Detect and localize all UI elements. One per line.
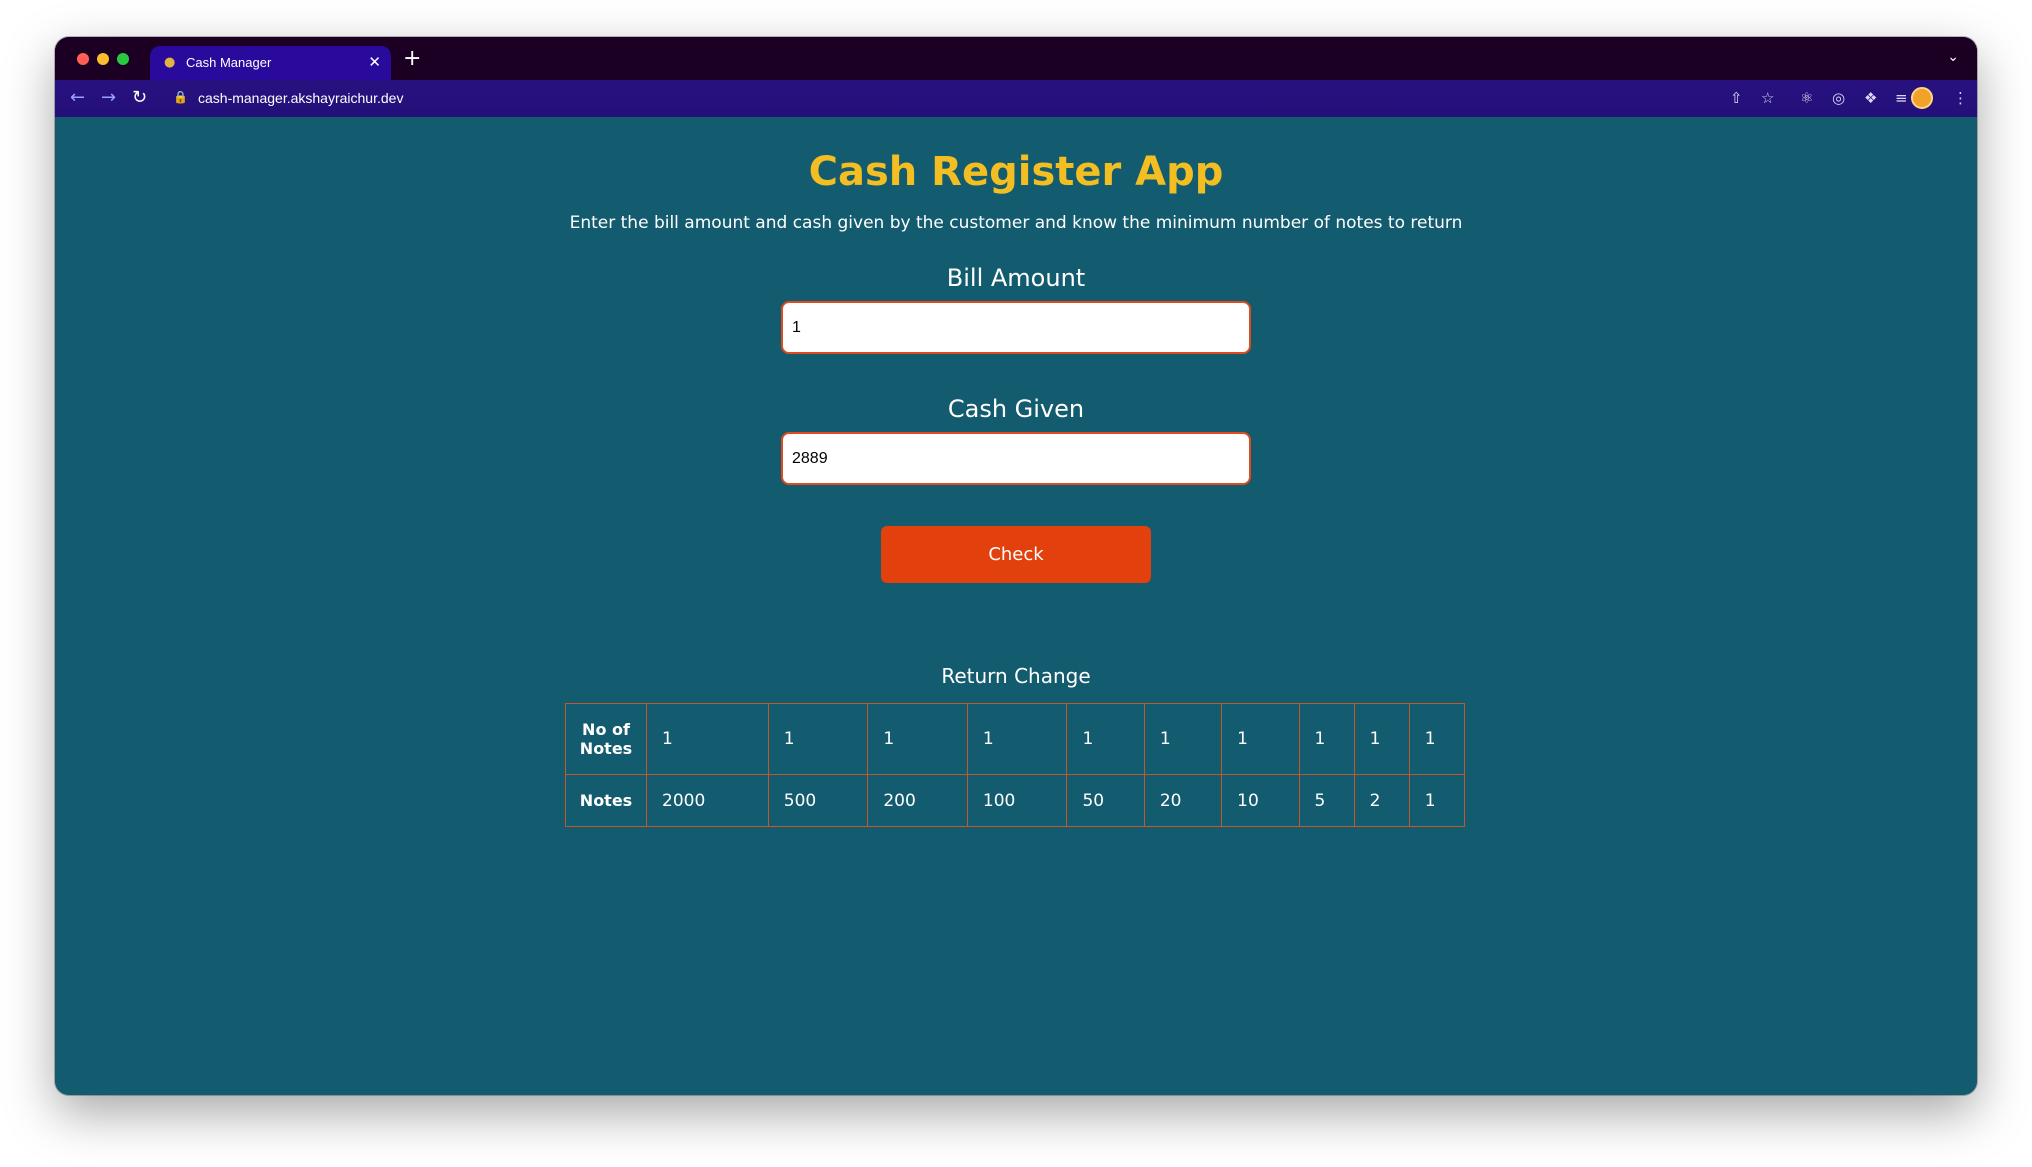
table-cell-note: 50 bbox=[1066, 774, 1145, 827]
maximize-window-button[interactable] bbox=[117, 53, 129, 65]
table-cell-count: 1 bbox=[966, 703, 1068, 775]
page-title: Cash Register App bbox=[808, 149, 1224, 195]
new-tab-button[interactable]: + bbox=[403, 46, 421, 72]
money-bag-icon: ● bbox=[164, 55, 176, 70]
table-cell-count: 1 bbox=[767, 703, 869, 775]
tab-strip: ● Cash Manager ✕ + ⌄ bbox=[55, 37, 1977, 80]
minimize-window-button[interactable] bbox=[97, 53, 109, 65]
cash-given-input[interactable]: 2889 bbox=[781, 432, 1251, 485]
forward-arrow-icon[interactable]: → bbox=[101, 87, 116, 109]
browser-toolbar: ← → ↻ 🔒 cash-manager.akshayraichur.dev ⇧… bbox=[55, 80, 1977, 117]
bill-amount-label: Bill Amount bbox=[946, 264, 1086, 292]
table-cell-count: 1 bbox=[1066, 703, 1145, 775]
table-cell-count: 1 bbox=[1408, 703, 1466, 775]
check-button[interactable]: Check bbox=[881, 526, 1151, 583]
return-change-title: Return Change bbox=[941, 664, 1091, 688]
table-cell-note: 1 bbox=[1408, 774, 1466, 827]
table-cell-note: 5 bbox=[1298, 774, 1355, 827]
reload-icon[interactable]: ↻ bbox=[132, 87, 147, 109]
cash-given-label: Cash Given bbox=[947, 395, 1085, 423]
table-cell-note: 2000 bbox=[646, 774, 769, 827]
browser-window: ● Cash Manager ✕ + ⌄ ← → ↻ 🔒 cash-manage… bbox=[55, 37, 1977, 1095]
tab-cash-manager[interactable]: ● Cash Manager ✕ bbox=[150, 46, 391, 80]
back-arrow-icon[interactable]: ← bbox=[70, 87, 85, 109]
table-cell-count: 1 bbox=[1221, 703, 1300, 775]
table-cell-count: 1 bbox=[646, 703, 769, 775]
table-cell-count: 1 bbox=[1353, 703, 1410, 775]
extension-circle-icon[interactable]: ◎ bbox=[1832, 89, 1845, 107]
table-cell-note: 20 bbox=[1143, 774, 1223, 827]
table-cell-count: 1 bbox=[1143, 703, 1223, 775]
avatar[interactable] bbox=[1911, 87, 1933, 109]
share-icon[interactable]: ⇧ bbox=[1730, 89, 1743, 107]
lock-icon[interactable]: 🔒 bbox=[173, 90, 188, 104]
table-cell-note: 2 bbox=[1353, 774, 1410, 827]
return-change-table: No of Notes 1 1 1 1 1 1 1 1 1 1 Notes 20… bbox=[565, 703, 1466, 827]
chevron-down-icon[interactable]: ⌄ bbox=[1947, 49, 1959, 65]
tab-title: Cash Manager bbox=[186, 55, 272, 70]
table-cell-count: 1 bbox=[1298, 703, 1355, 775]
close-window-button[interactable] bbox=[77, 53, 89, 65]
table-cell-note: 100 bbox=[966, 774, 1068, 827]
star-icon[interactable]: ☆ bbox=[1761, 89, 1774, 107]
table-cell-note: 10 bbox=[1221, 774, 1300, 827]
bill-amount-input[interactable]: 1 bbox=[781, 301, 1251, 354]
count-header: No of Notes bbox=[565, 703, 647, 775]
page-content: Cash Register App Enter the bill amount … bbox=[55, 117, 1977, 1095]
puzzle-icon[interactable]: ❖ bbox=[1864, 89, 1877, 107]
table-cell-note: 200 bbox=[867, 774, 968, 827]
table-row-notes: Notes 2000 500 200 100 50 20 10 5 2 1 bbox=[565, 774, 1466, 827]
react-devtools-icon[interactable]: ⚛ bbox=[1800, 89, 1813, 107]
page-subtitle: Enter the bill amount and cash given by … bbox=[569, 213, 1463, 233]
table-row-counts: No of Notes 1 1 1 1 1 1 1 1 1 1 bbox=[565, 703, 1466, 775]
close-icon[interactable]: ✕ bbox=[368, 53, 381, 71]
more-menu-icon[interactable]: ⋮ bbox=[1953, 89, 1968, 107]
address-bar[interactable]: cash-manager.akshayraichur.dev bbox=[198, 90, 403, 106]
table-cell-count: 1 bbox=[867, 703, 968, 775]
notes-header: Notes bbox=[565, 774, 647, 827]
media-list-icon[interactable]: ≡ bbox=[1895, 89, 1908, 107]
table-cell-note: 500 bbox=[767, 774, 869, 827]
